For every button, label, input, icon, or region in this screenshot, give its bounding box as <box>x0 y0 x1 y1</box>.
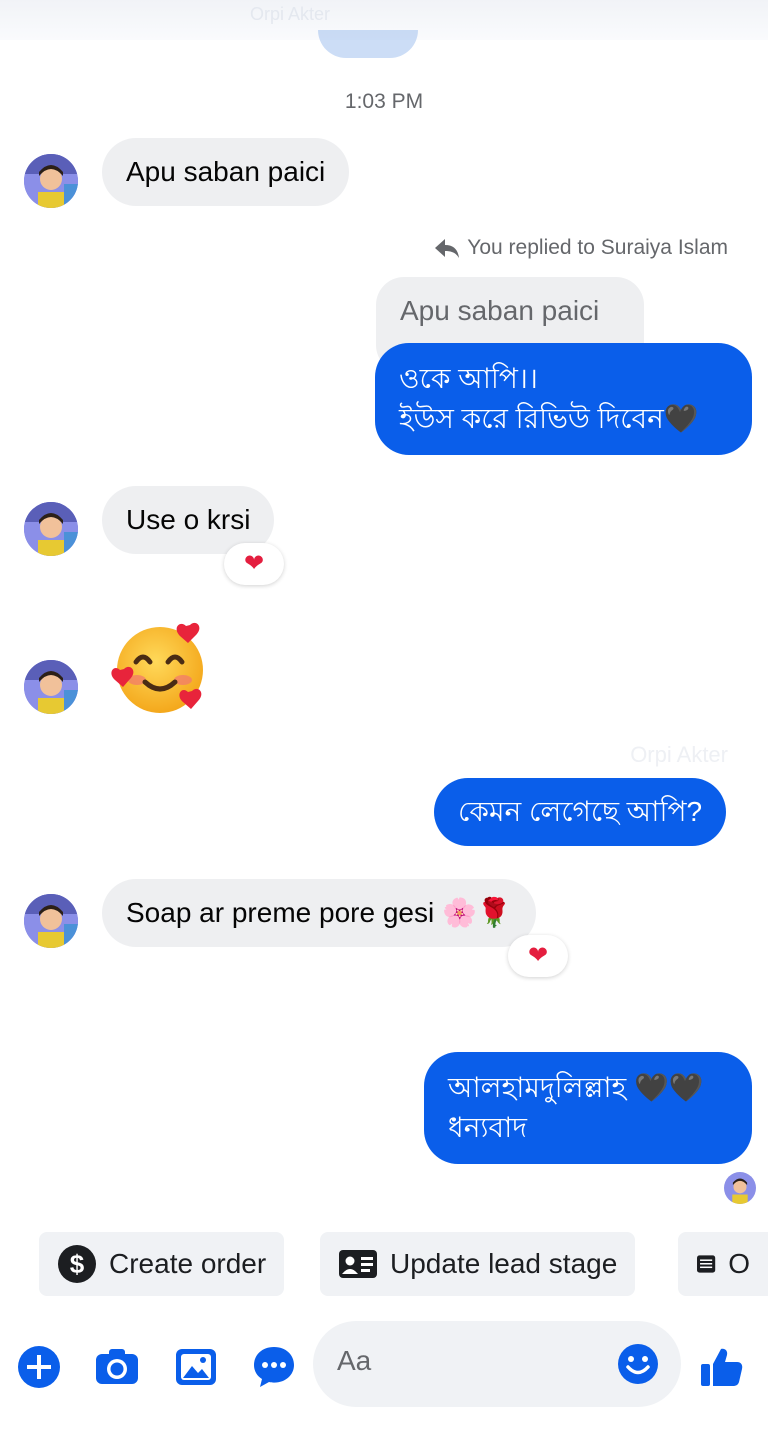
thumbs-up-icon <box>701 1348 743 1386</box>
message-line: ইউস করে রিভিউ দিবেন🖤 <box>399 403 699 434</box>
message-bubble-incoming[interactable]: Soap ar preme pore gesi 🌸🌹 <box>102 879 536 947</box>
reply-note-text: You replied to Suraiya Islam <box>467 236 728 259</box>
message-bubble-outgoing[interactable]: আলহামদুলিল্লাহ 🖤🖤 ধন্যবাদ <box>424 1052 752 1164</box>
emoji-icon[interactable] <box>617 1343 659 1385</box>
more-icon <box>254 1347 294 1387</box>
dollar-icon: $ <box>58 1245 96 1283</box>
header-ghost-text: Orpi Akter <box>250 4 331 24</box>
camera-button[interactable] <box>94 1344 140 1390</box>
avatar-image <box>24 894 78 948</box>
header-strip: Orpi Akter <box>0 0 768 58</box>
heart-reaction[interactable]: ❤ <box>508 935 568 977</box>
avatar[interactable] <box>24 154 78 208</box>
message-text: Use o krsi <box>126 504 251 535</box>
message-line: ওকে আপি।। <box>399 363 538 394</box>
update-lead-stage-button[interactable]: Update lead stage <box>320 1232 636 1296</box>
more-button[interactable] <box>251 1344 297 1390</box>
avatar[interactable] <box>24 502 78 556</box>
message-text: Soap ar preme pore gesi 🌸🌹 <box>126 897 512 928</box>
camera-icon <box>96 1349 138 1384</box>
gallery-button[interactable] <box>173 1344 219 1390</box>
avatar[interactable] <box>24 894 78 948</box>
avatar-image <box>24 502 78 556</box>
plus-button[interactable] <box>16 1344 62 1390</box>
reply-note: You replied to Suraiya Islam <box>433 236 728 260</box>
plus-icon <box>18 1346 60 1388</box>
message-text: কেমন লেগেছে আপি? <box>458 796 703 827</box>
like-button[interactable] <box>698 1344 744 1390</box>
avatar-image <box>24 154 78 208</box>
seen-avatar <box>724 1172 756 1204</box>
gallery-icon <box>176 1349 216 1385</box>
list-icon <box>697 1255 716 1273</box>
message-bubble-outgoing[interactable]: কেমন লেগেছে আপি? <box>434 778 727 846</box>
chip-label: Update lead stage <box>390 1248 618 1279</box>
message-line: ধন্যবাদ <box>448 1112 527 1143</box>
message-line: আলহামদুলিল্লাহ 🖤🖤 <box>448 1072 704 1103</box>
message-bubble-outgoing[interactable]: ওকে আপি।। ইউস করে রিভিউ দিবেন🖤 <box>375 343 752 455</box>
quoted-text: Apu saban paici <box>400 295 600 326</box>
more-actions-chip[interactable]: O <box>678 1232 768 1296</box>
avatar-image <box>24 660 78 714</box>
reply-arrow-icon <box>435 239 460 258</box>
svg-text:$: $ <box>70 1249 85 1279</box>
chip-label: O <box>728 1248 750 1279</box>
timestamp: 1:03 PM <box>344 90 424 113</box>
message-bubble-incoming[interactable]: Apu saban paici <box>102 138 350 206</box>
avatar[interactable] <box>24 660 78 714</box>
chip-label: Create order <box>109 1248 267 1279</box>
watermark: Orpi Akter <box>630 742 728 767</box>
header-blob <box>318 30 418 58</box>
message-text: Apu saban paici <box>126 156 326 187</box>
seen-avatar-image <box>724 1172 756 1204</box>
contact-card-icon <box>339 1250 377 1278</box>
message-input[interactable]: Aa <box>313 1321 681 1407</box>
create-order-button[interactable]: $ Create order <box>39 1232 285 1296</box>
smiling-face-with-hearts-icon[interactable] <box>110 618 210 718</box>
heart-reaction[interactable]: ❤ <box>224 543 284 585</box>
chat-screen: Orpi Akter 1:03 PM Apu saban paici You r… <box>0 0 768 1431</box>
input-placeholder: Aa <box>337 1345 372 1376</box>
